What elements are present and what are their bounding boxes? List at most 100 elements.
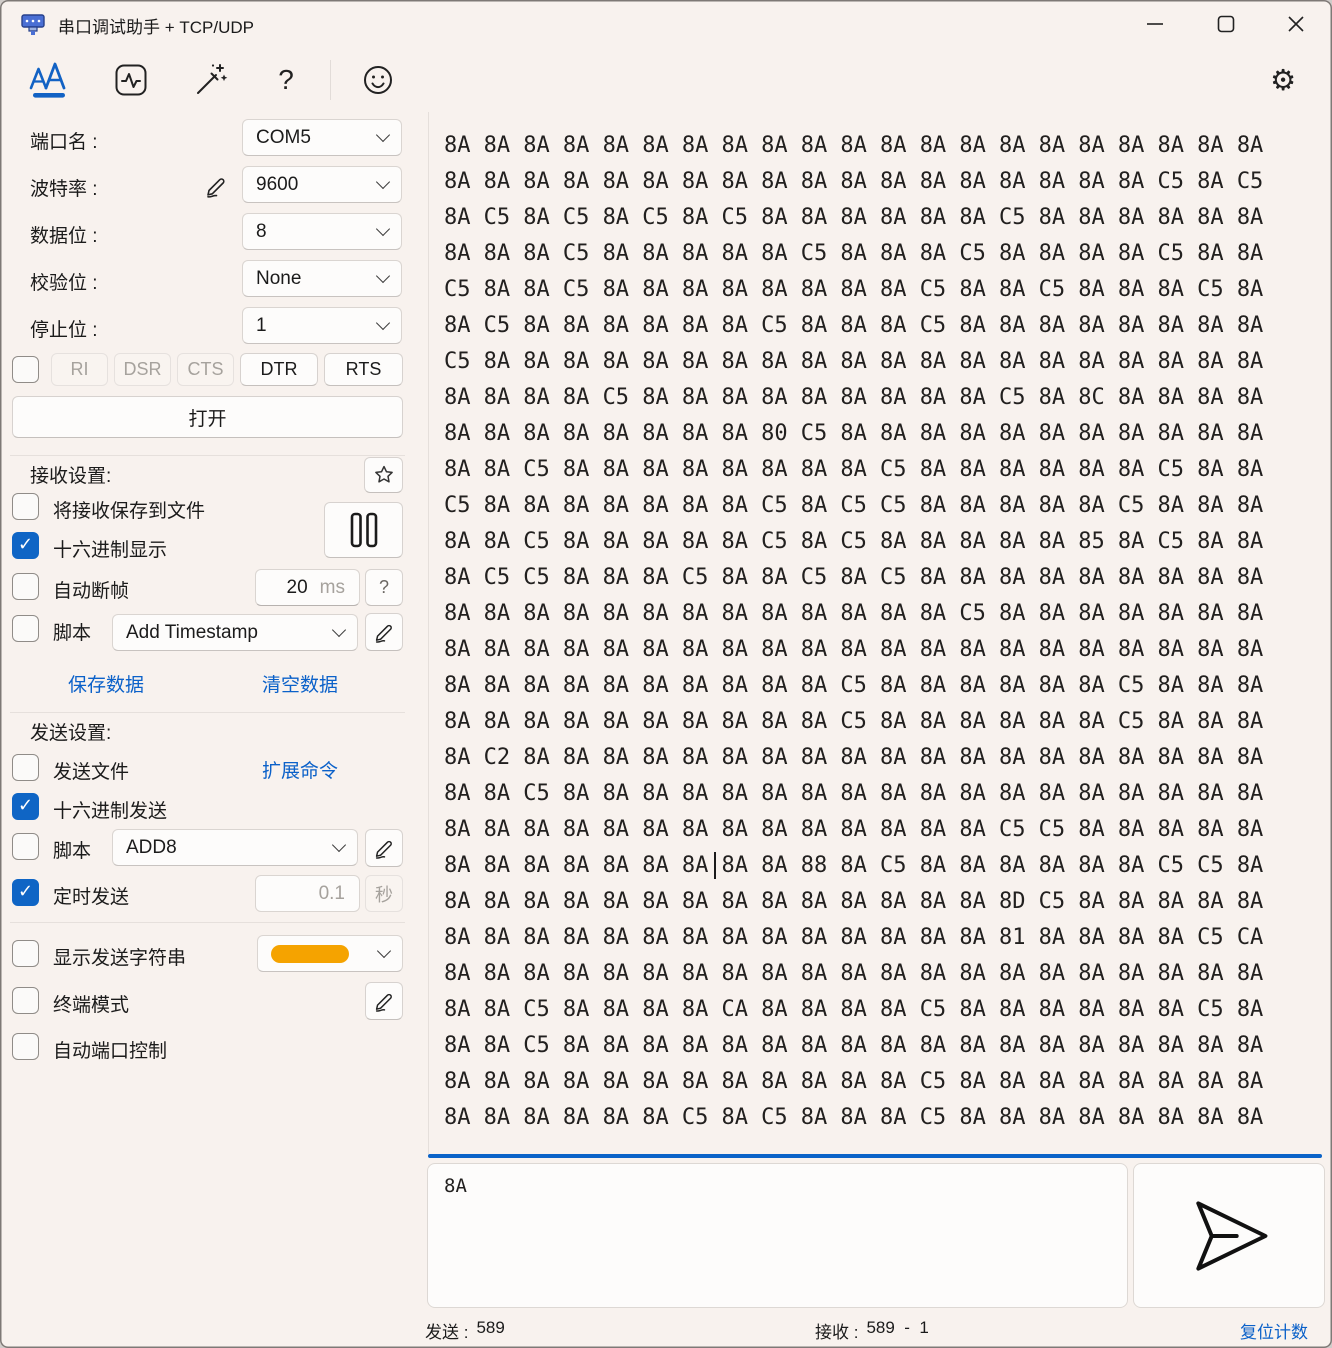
reset-counter-link[interactable]: 复位计数 bbox=[1240, 1318, 1308, 1343]
hex-byte: 8A bbox=[1237, 452, 1277, 488]
port-select[interactable]: COM5 bbox=[242, 119, 402, 156]
hex-byte: C5 bbox=[1039, 884, 1079, 920]
timed-send-interval-input[interactable]: 0.1 bbox=[255, 875, 360, 912]
magic-tools-button[interactable] bbox=[190, 58, 232, 102]
hex-byte: 8A bbox=[484, 1100, 524, 1136]
terminal-mode-checkbox[interactable] bbox=[12, 987, 39, 1014]
auto-frame-timeout-value: 20 bbox=[287, 577, 308, 599]
baud-select[interactable]: 9600 bbox=[242, 166, 402, 203]
hex-byte: 8A bbox=[444, 1064, 484, 1100]
paper-plane-icon bbox=[1183, 1190, 1275, 1282]
pen-icon bbox=[372, 836, 396, 860]
hex-byte: 8A bbox=[484, 416, 524, 452]
hex-byte: 8A bbox=[642, 416, 682, 452]
help-button[interactable]: ? bbox=[268, 58, 304, 102]
databits-select[interactable]: 8 bbox=[242, 213, 402, 250]
hex-byte: 8A bbox=[1197, 1028, 1237, 1064]
maximize-button[interactable] bbox=[1211, 10, 1241, 38]
save-data-link[interactable]: 保存数据 bbox=[68, 670, 144, 697]
hex-byte: 8A bbox=[1158, 128, 1198, 164]
hex-byte: 8A bbox=[1197, 956, 1237, 992]
hex-byte: 8A bbox=[563, 1028, 603, 1064]
signal-checkbox[interactable] bbox=[12, 356, 39, 383]
auto-port-control-checkbox[interactable] bbox=[12, 1033, 39, 1060]
hex-byte: C5 bbox=[682, 560, 722, 596]
send-script-select[interactable]: ADD8 bbox=[112, 829, 358, 866]
dtr-button[interactable]: DTR bbox=[240, 353, 318, 386]
hex-byte: 8A bbox=[563, 884, 603, 920]
hex-row: 8A8A8A8AC58A8A8A8A8A8A8A8A8AC58A8C8A8A8A… bbox=[444, 380, 1325, 416]
extended-commands-link[interactable]: 扩展命令 bbox=[262, 756, 338, 783]
receive-script-checkbox[interactable] bbox=[12, 615, 39, 642]
hex-byte: C5 bbox=[1197, 920, 1237, 956]
hex-byte: C5 bbox=[761, 488, 801, 524]
open-port-button[interactable]: 打开 bbox=[12, 396, 403, 438]
hex-byte: 8A bbox=[801, 452, 841, 488]
timed-send-checkbox[interactable] bbox=[12, 879, 39, 906]
hex-byte: C5 bbox=[563, 200, 603, 236]
hex-byte: 8A bbox=[1118, 164, 1158, 200]
hex-byte: 8A bbox=[1158, 200, 1198, 236]
send-button[interactable] bbox=[1133, 1163, 1325, 1308]
hex-byte: 8A bbox=[840, 272, 880, 308]
send-color-select[interactable] bbox=[257, 935, 403, 972]
hex-send-checkbox[interactable] bbox=[12, 793, 39, 820]
send-script-edit-button[interactable] bbox=[365, 829, 403, 867]
hex-byte: 8A bbox=[801, 776, 841, 812]
font-settings-button[interactable] bbox=[26, 58, 72, 102]
send-input[interactable]: 8A bbox=[427, 1163, 1128, 1308]
close-button[interactable] bbox=[1281, 10, 1311, 38]
auto-frame-timeout-input[interactable]: 20 ms bbox=[255, 569, 360, 606]
hex-byte: 8A bbox=[880, 884, 920, 920]
terminal-mode-edit-button[interactable] bbox=[365, 982, 403, 1020]
hex-byte: 8A bbox=[801, 164, 841, 200]
show-send-string-checkbox[interactable] bbox=[12, 940, 39, 967]
pause-button[interactable] bbox=[324, 502, 403, 558]
waveform-plotter-button[interactable] bbox=[111, 58, 151, 102]
minimize-button[interactable] bbox=[1140, 10, 1170, 38]
send-script-checkbox[interactable] bbox=[12, 833, 39, 860]
hex-byte: 8A bbox=[959, 452, 999, 488]
hex-output[interactable]: 8A8A8A8A8A8A8A8A8A8A8A8A8A8A8A8A8A8A8A8A… bbox=[428, 112, 1325, 1154]
hex-byte: 8A bbox=[721, 308, 761, 344]
hex-byte: 8A bbox=[563, 416, 603, 452]
receive-script-edit-button[interactable] bbox=[365, 613, 403, 651]
baud-label: 波特率 : bbox=[30, 174, 98, 201]
parity-select[interactable]: None bbox=[242, 260, 402, 297]
hex-byte: 8A bbox=[721, 1028, 761, 1064]
baud-edit-pen-icon[interactable] bbox=[203, 173, 229, 199]
hex-byte: 8A bbox=[682, 632, 722, 668]
hex-display-checkbox[interactable] bbox=[12, 532, 39, 559]
hex-byte: 8A bbox=[1078, 812, 1118, 848]
hex-byte: 8A bbox=[444, 704, 484, 740]
hex-byte: 8A bbox=[959, 740, 999, 776]
hex-byte: 8A bbox=[721, 236, 761, 272]
receive-script-select[interactable]: Add Timestamp bbox=[112, 614, 358, 651]
hex-byte: 8A bbox=[444, 740, 484, 776]
hex-byte: 8A bbox=[840, 452, 880, 488]
magic-wand-icon bbox=[192, 61, 230, 99]
clear-data-link[interactable]: 清空数据 bbox=[262, 670, 338, 697]
settings-button[interactable]: ⚙ bbox=[1263, 58, 1303, 102]
hex-byte: 8A bbox=[682, 488, 722, 524]
send-file-checkbox[interactable] bbox=[12, 754, 39, 781]
hex-byte: 8A bbox=[484, 704, 524, 740]
hex-byte: 8A bbox=[801, 488, 841, 524]
gear-icon: ⚙ bbox=[1270, 63, 1296, 98]
save-to-file-checkbox[interactable] bbox=[12, 493, 39, 520]
favorite-button[interactable] bbox=[364, 457, 403, 493]
auto-frame-help-button[interactable]: ? bbox=[365, 569, 403, 606]
hex-byte: C5 bbox=[1237, 164, 1277, 200]
hex-byte: 8A bbox=[642, 272, 682, 308]
hex-byte: 8A bbox=[1237, 308, 1277, 344]
hex-byte: 8A bbox=[880, 812, 920, 848]
hex-byte: 8A bbox=[721, 560, 761, 596]
hex-byte: 8A bbox=[801, 128, 841, 164]
hex-byte: 8A bbox=[563, 740, 603, 776]
feedback-button[interactable] bbox=[358, 58, 398, 102]
stopbits-select[interactable]: 1 bbox=[242, 307, 402, 344]
rts-button[interactable]: RTS bbox=[324, 353, 403, 386]
hex-byte: C5 bbox=[840, 488, 880, 524]
hex-byte: 8A bbox=[642, 524, 682, 560]
auto-frame-checkbox[interactable] bbox=[12, 573, 39, 600]
